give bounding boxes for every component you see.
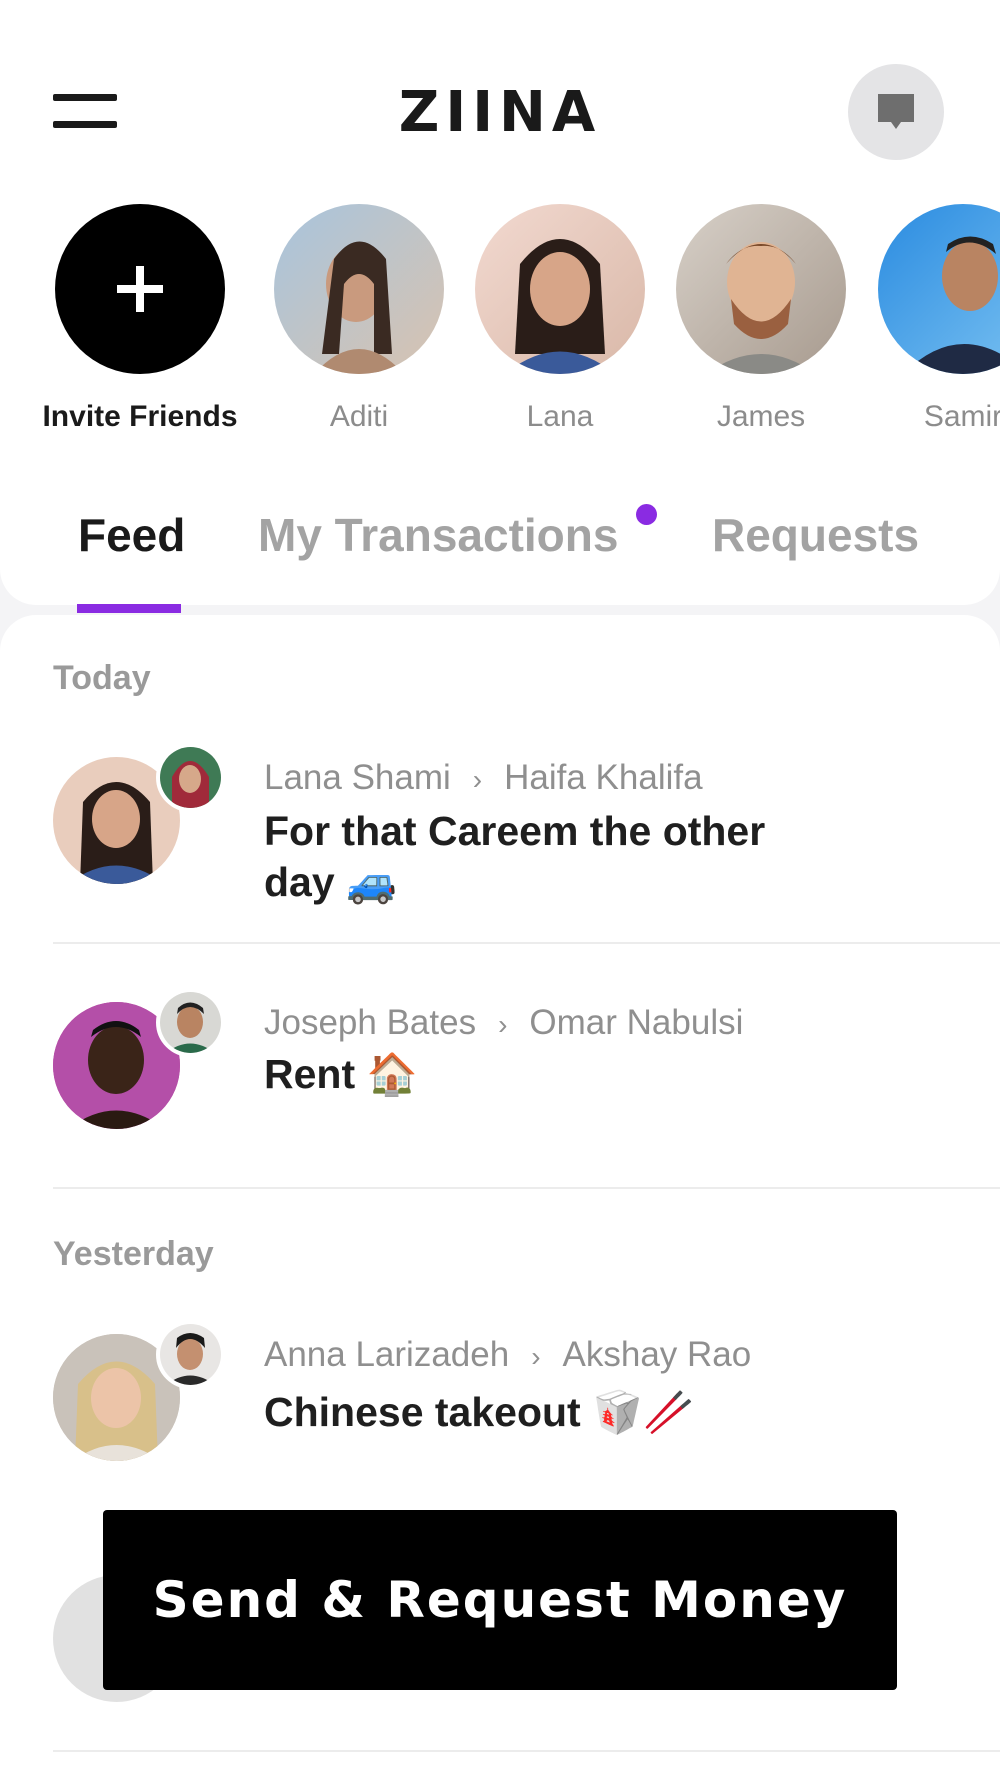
avatar — [676, 204, 846, 374]
transaction-note: Rent 🏠 — [264, 1051, 418, 1097]
avatar — [475, 204, 645, 374]
invite-friends-button[interactable]: Invite Friends — [40, 204, 240, 434]
transaction-note: Chinese takeout 🥡🥢 — [264, 1389, 695, 1435]
chat-button[interactable] — [848, 64, 944, 160]
friend-story-lana[interactable]: Lana — [460, 204, 660, 434]
sender-name: Anna Larizadeh — [264, 1335, 510, 1374]
divider — [53, 942, 1000, 944]
section-label-today: Today — [53, 659, 151, 697]
tab-requests[interactable]: Requests — [712, 508, 919, 562]
transaction-parties: Anna Larizadeh › Akshay Rao — [264, 1335, 751, 1375]
recipient-name: Haifa Khalifa — [504, 758, 703, 797]
avatar-photo — [505, 239, 615, 374]
friend-name: Lana — [526, 400, 594, 433]
friend-story-samir[interactable]: Samir — [863, 204, 1000, 434]
divider — [53, 1187, 1000, 1189]
friend-story-james[interactable]: James — [661, 204, 861, 434]
chevron-right-icon: › — [472, 764, 483, 795]
notification-dot — [636, 504, 657, 525]
avatar — [878, 204, 1000, 374]
chevron-right-icon: › — [531, 1341, 541, 1372]
chevron-right-icon: › — [498, 1009, 508, 1040]
avatar — [274, 204, 444, 374]
recipient-avatar — [156, 743, 225, 812]
tab-feed[interactable]: Feed — [78, 508, 185, 562]
recipient-name: Omar Nabulsi — [529, 1003, 744, 1042]
section-label-yesterday: Yesterday — [53, 1235, 214, 1273]
avatar-photo — [160, 747, 221, 808]
sender-name: Joseph Bates — [264, 1003, 477, 1042]
recipient-name: Akshay Rao — [562, 1335, 752, 1374]
avatar-photo — [903, 236, 1000, 374]
friend-story-aditi[interactable]: Aditi — [259, 204, 459, 434]
divider — [53, 1750, 1000, 1752]
tab-my-transactions[interactable]: My Transactions — [258, 508, 618, 562]
avatar-photo — [314, 241, 404, 374]
send-request-money-button[interactable]: Send & Request Money — [103, 1510, 897, 1690]
plus-icon — [117, 266, 163, 312]
recipient-avatar — [156, 988, 225, 1057]
invite-circle[interactable] — [55, 204, 225, 374]
avatar-photo — [706, 242, 816, 374]
friend-name: Samir — [923, 400, 1000, 433]
top-panel: ZIINA Invite Friends Aditi Lana James Sa… — [0, 0, 1000, 605]
sender-name: Lana Shami — [264, 758, 451, 797]
tab-bar: Feed My Transactions Requests — [0, 500, 1000, 610]
avatar-photo — [160, 1324, 221, 1385]
friend-name: Aditi — [329, 400, 389, 433]
active-tab-indicator — [77, 604, 181, 613]
transaction-parties: Lana Shami › Haifa Khalifa — [264, 758, 703, 798]
avatar-photo — [160, 992, 221, 1053]
chat-bubble-icon — [878, 94, 914, 129]
friends-carousel: Invite Friends Aditi Lana James Samir — [0, 204, 1000, 444]
recipient-avatar — [156, 1320, 225, 1389]
invite-friends-label: Invite Friends — [42, 400, 238, 433]
transaction-parties: Joseph Bates › Omar Nabulsi — [264, 1003, 743, 1043]
friend-name: James — [716, 400, 806, 433]
transaction-note: For that Careem the other day 🚙 — [264, 808, 766, 905]
